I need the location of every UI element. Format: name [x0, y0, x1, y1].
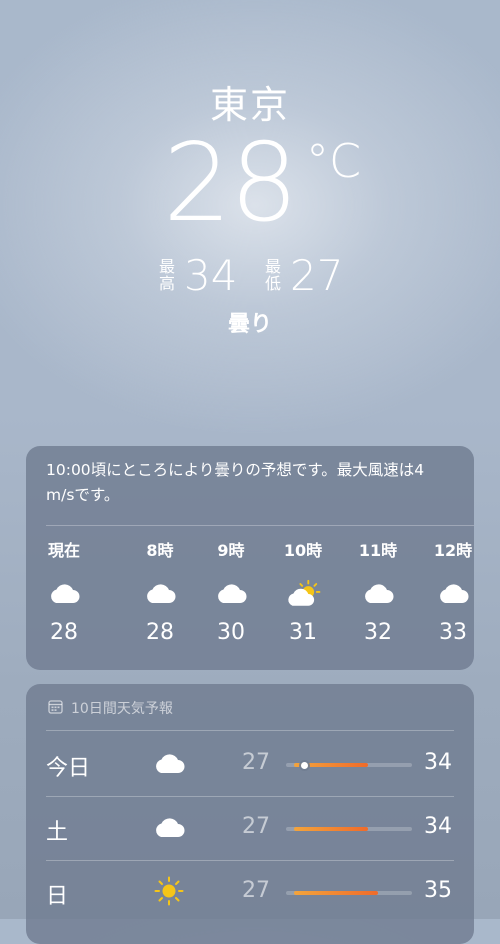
hour-temp: 28 [50, 620, 78, 645]
condition-text: 曇り [227, 312, 272, 337]
ten-day-title: 10日間天気予報 [48, 698, 173, 718]
day-label: 今日 [46, 756, 91, 781]
hourly-forecast-card[interactable]: 10:00頃にところにより曇りの予想です。最大風速は4 m/sです。 現在 28… [26, 446, 474, 670]
high-label-text: 最高 [158, 257, 175, 293]
ten-day-forecast-card[interactable]: 10日間天気予報 今日 27 34 土 27 34 日 27 35 [26, 684, 474, 944]
hour-label: 9時 [217, 541, 245, 560]
temperature-unit: °C [306, 134, 362, 188]
hour-temp: 33 [439, 620, 467, 645]
temp-range-bar [286, 891, 412, 895]
day-row[interactable]: 今日 27 34 [26, 732, 474, 796]
cloud-icon [417, 576, 489, 610]
ten-day-title-text: 10日間天気予報 [71, 701, 173, 717]
hour-temp: 31 [289, 620, 317, 645]
hour-label: 12時 [433, 541, 473, 560]
low-value: 27 [290, 251, 344, 300]
hour-item: 11時 32 [342, 540, 414, 645]
current-temp-marker [301, 761, 309, 769]
day-label: 日 [46, 884, 69, 909]
cloud-icon [152, 748, 186, 778]
hour-label: 11時 [358, 541, 398, 560]
hour-temp: 28 [146, 620, 174, 645]
day-high: 34 [424, 814, 452, 839]
hour-item: 12時 33 [417, 540, 489, 645]
day-label: 土 [46, 820, 69, 845]
hour-temp: 32 [364, 620, 392, 645]
hour-item: 現在 28 [28, 540, 100, 645]
cloud-icon [124, 576, 196, 610]
day-high: 35 [424, 878, 452, 903]
hour-item: 9時 30 [195, 540, 267, 645]
cloud-icon [342, 576, 414, 610]
day-high: 34 [424, 750, 452, 775]
sun-icon [152, 876, 186, 906]
temp-range-fill [294, 827, 368, 831]
temp-range-fill [294, 891, 379, 895]
high-low: 最高 34 最低 27 [0, 252, 500, 302]
card-divider [46, 525, 474, 526]
high-value: 34 [184, 251, 238, 300]
current-temperature: 28 °C [0, 128, 500, 248]
day-low: 27 [242, 814, 270, 839]
hour-temp: 30 [217, 620, 245, 645]
cloud-icon [195, 576, 267, 610]
day-low: 27 [242, 750, 270, 775]
cloud-icon [28, 576, 100, 610]
calendar-icon [48, 699, 63, 718]
low-label-text: 最低 [264, 257, 281, 293]
hourly-list[interactable]: 現在 28 8時 28 9時 30 10時 31 11時 32 12時 33 [26, 540, 474, 650]
low-label: 最低 [264, 258, 282, 292]
hour-item: 10時 31 [267, 540, 339, 645]
card-divider [46, 730, 454, 731]
hour-label: 8時 [146, 541, 174, 560]
day-row[interactable]: 土 27 34 [26, 796, 474, 860]
hour-item: 8時 28 [124, 540, 196, 645]
day-low: 27 [242, 878, 270, 903]
temperature-value: 28 [163, 121, 298, 246]
hour-label: 現在 [47, 541, 80, 560]
partly-sunny-icon [267, 576, 339, 610]
temp-range-bar [286, 827, 412, 831]
cloud-icon [152, 812, 186, 842]
temp-range-bar [286, 761, 412, 769]
hour-label: 10時 [283, 541, 323, 560]
hourly-summary: 10:00頃にところにより曇りの予想です。最大風速は4 m/sです。 [46, 461, 425, 504]
day-row[interactable]: 日 27 35 [26, 860, 474, 924]
high-label: 最高 [158, 258, 176, 292]
